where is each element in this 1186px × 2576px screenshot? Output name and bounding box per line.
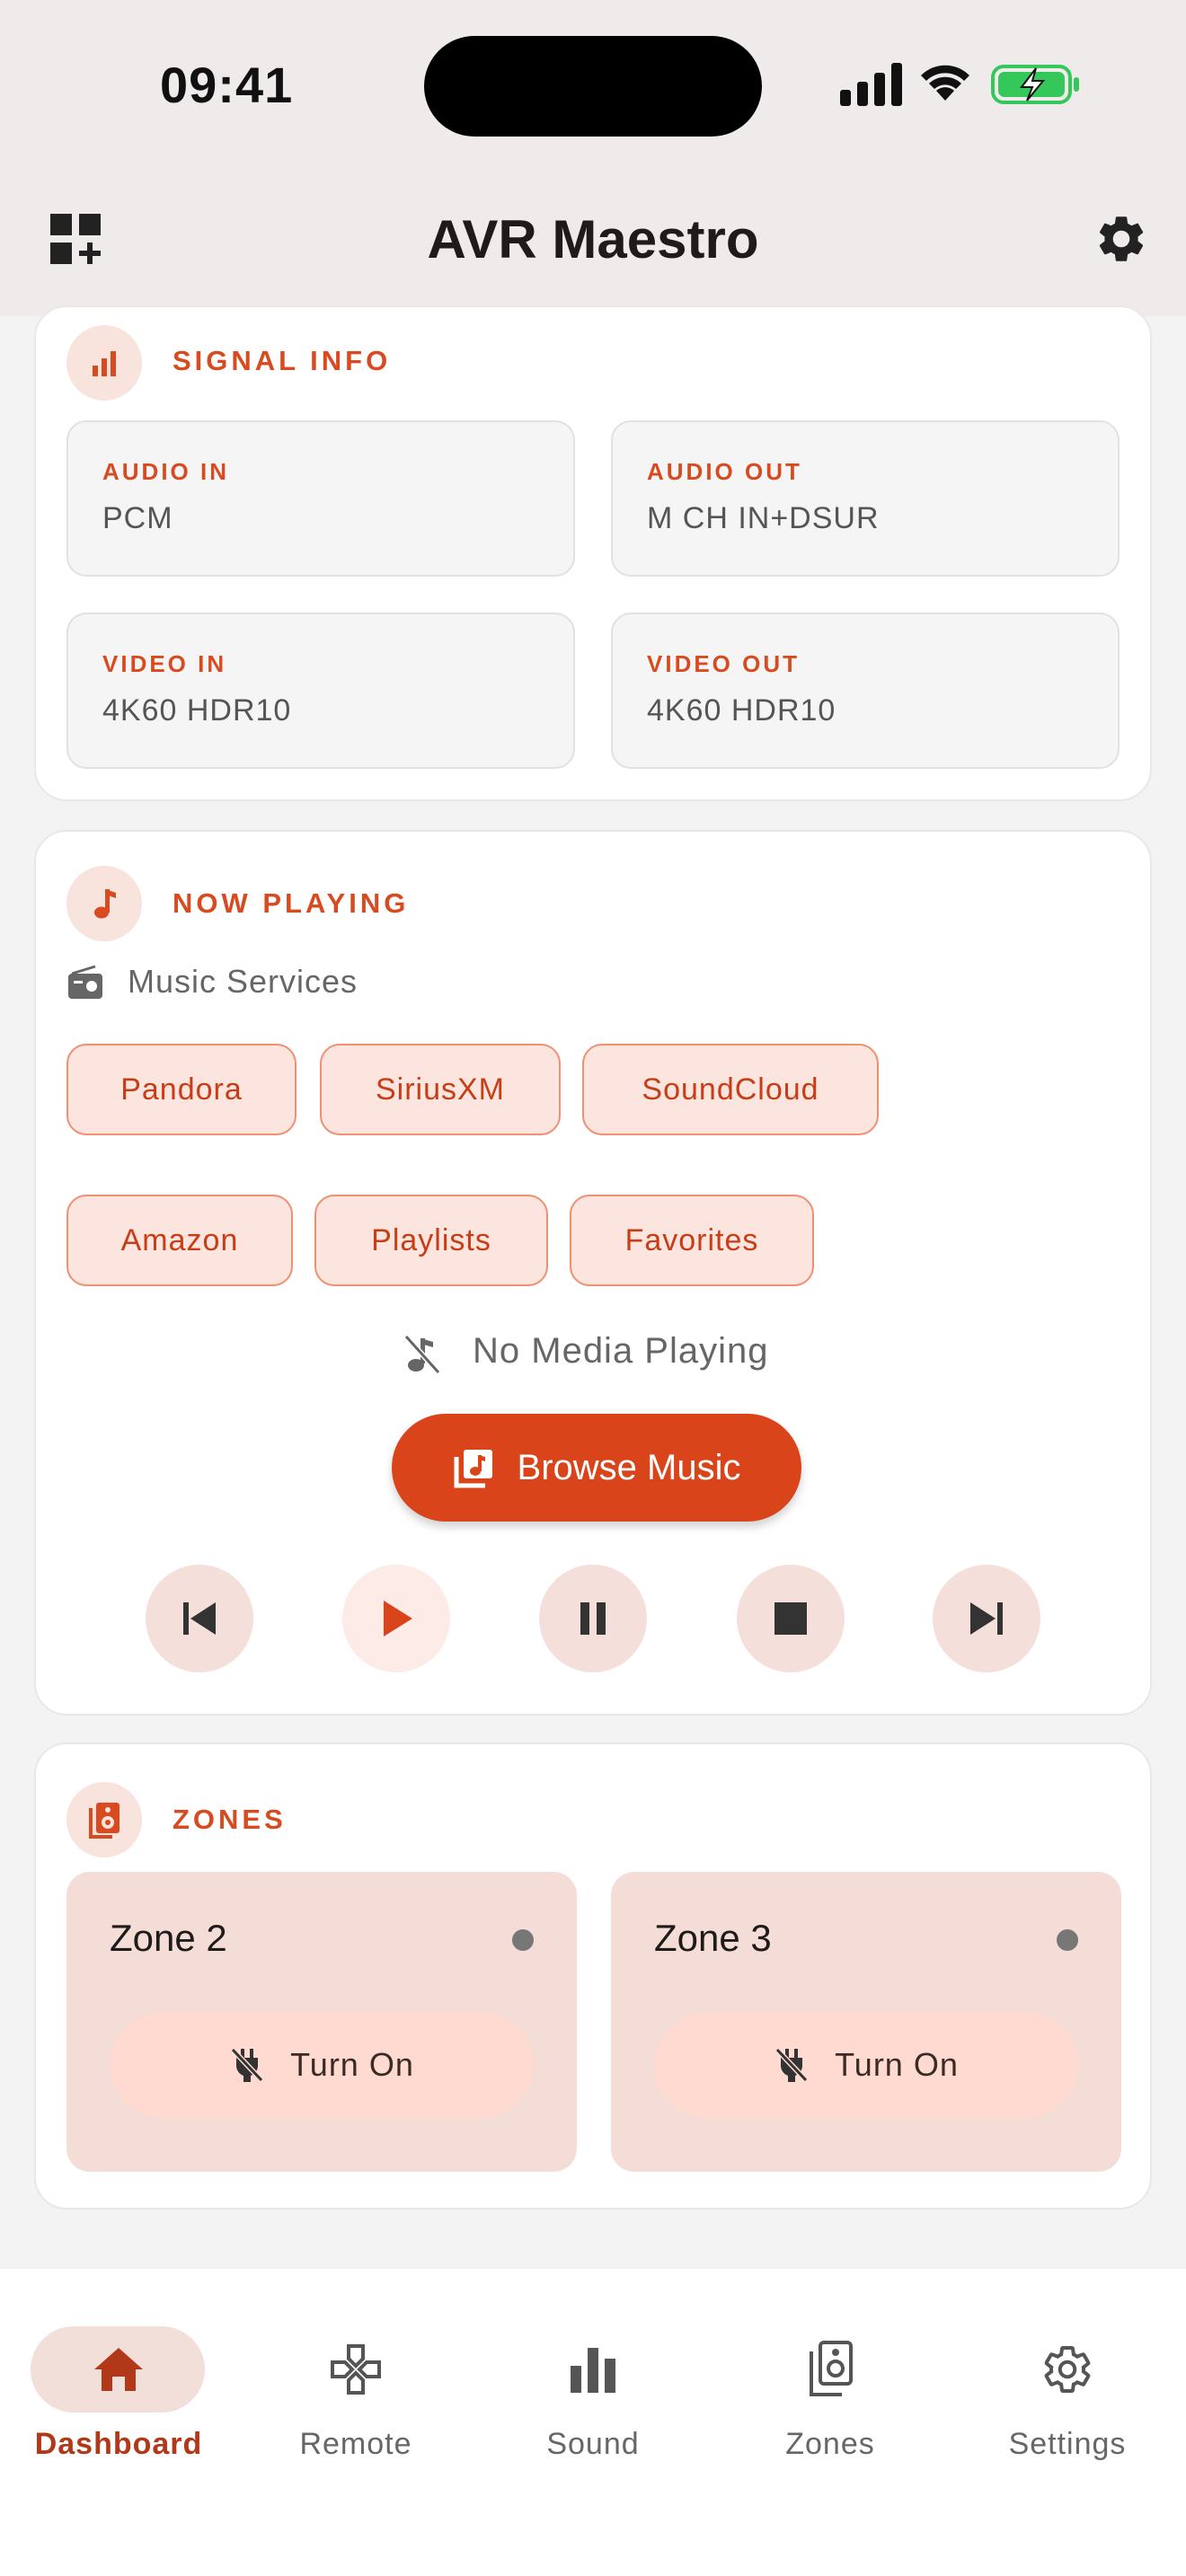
- wifi-icon: [921, 65, 969, 101]
- settings-button[interactable]: [1093, 210, 1150, 268]
- nav-label: Dashboard: [34, 2427, 203, 2461]
- nav-item-sound[interactable]: Sound: [474, 2305, 712, 2466]
- library-music-icon: [454, 1450, 492, 1488]
- video-in-tile: VIDEO IN 4K60 HDR10: [66, 613, 575, 769]
- service-chip-siriusxm[interactable]: SiriusXM: [320, 1044, 561, 1135]
- zones-icon-badge: [66, 1782, 142, 1857]
- zone-name: Zone 3: [654, 1917, 772, 1959]
- service-chip-favorites[interactable]: Favorites: [570, 1195, 814, 1286]
- section-title-zones: ZONES: [173, 1804, 287, 1835]
- zones-card: ZONES Zone 2 Turn On Zone 3 Turn On: [34, 1742, 1152, 2210]
- info-label: VIDEO OUT: [647, 650, 801, 677]
- nav-item-zones[interactable]: Zones: [712, 2305, 949, 2466]
- nav-label: Sound: [546, 2427, 640, 2461]
- audio-in-tile: AUDIO IN PCM: [66, 420, 575, 577]
- equalizer-icon: [566, 2342, 620, 2396]
- gamepad-icon: [329, 2342, 383, 2396]
- cellular-signal-icon: [840, 63, 902, 106]
- zone-name: Zone 2: [110, 1917, 227, 1959]
- pause-button[interactable]: [539, 1565, 647, 1672]
- nav-item-remote[interactable]: Remote: [237, 2305, 474, 2466]
- battery-charging-icon: [991, 65, 1079, 104]
- signal-strength-icon: [93, 351, 116, 376]
- previous-track-button[interactable]: [146, 1565, 253, 1672]
- radio-icon: [68, 965, 102, 999]
- nav-label: Zones: [785, 2427, 875, 2461]
- info-label: AUDIO IN: [102, 458, 229, 485]
- skip-previous-icon: [183, 1602, 216, 1635]
- nav-label: Settings: [1008, 2427, 1127, 2461]
- info-value: M CH IN+DSUR: [647, 501, 880, 535]
- signal-icon-badge: [66, 325, 142, 401]
- info-label: AUDIO OUT: [647, 458, 802, 485]
- nav-label: Remote: [299, 2427, 412, 2461]
- now-playing-status: No Media Playing: [473, 1331, 769, 1371]
- pause-icon: [580, 1602, 606, 1635]
- skip-next-icon: [970, 1602, 1003, 1635]
- info-value: PCM: [102, 501, 173, 535]
- section-title-signal-info: SIGNAL INFO: [173, 345, 392, 376]
- stop-button[interactable]: [737, 1565, 845, 1672]
- browse-music-button[interactable]: Browse Music: [392, 1414, 801, 1522]
- play-icon: [384, 1601, 412, 1636]
- service-chip-amazon[interactable]: Amazon: [66, 1195, 293, 1286]
- info-value: 4K60 HDR10: [102, 693, 292, 728]
- audio-out-tile: AUDIO OUT M CH IN+DSUR: [611, 420, 1120, 577]
- music-note-icon: [94, 889, 116, 919]
- nav-item-dashboard[interactable]: Dashboard: [0, 2305, 237, 2466]
- service-chip-playlists[interactable]: Playlists: [314, 1195, 548, 1286]
- service-chip-soundcloud[interactable]: SoundCloud: [582, 1044, 879, 1135]
- zone-status-dot: [1057, 1929, 1078, 1951]
- zone-3-turn-on-button[interactable]: Turn On: [654, 2012, 1078, 2118]
- gear-icon: [1099, 216, 1144, 261]
- status-time: 09:41: [160, 57, 294, 113]
- play-button[interactable]: [342, 1565, 450, 1672]
- next-track-button[interactable]: [933, 1565, 1040, 1672]
- dynamic-island: [424, 36, 762, 137]
- bottom-navigation: Dashboard Remote Sound Zones Settings: [0, 2269, 1186, 2576]
- section-title-now-playing: NOW PLAYING: [173, 887, 410, 919]
- music-note-badge: [66, 866, 142, 941]
- speaker-group-icon: [89, 1803, 119, 1839]
- zone-3-tile: Zone 3 Turn On: [611, 1872, 1121, 2172]
- signal-info-card: SIGNAL INFO AUDIO IN PCM AUDIO OUT M CH …: [34, 305, 1152, 801]
- page-title: AVR Maestro: [427, 209, 759, 269]
- video-out-tile: VIDEO OUT 4K60 HDR10: [611, 613, 1120, 769]
- music-services-label: Music Services: [128, 963, 358, 1000]
- zone-button-label: Turn On: [290, 2046, 414, 2083]
- zone-2-turn-on-button[interactable]: Turn On: [110, 2012, 534, 2118]
- gear-icon: [1040, 2342, 1094, 2396]
- nav-item-settings[interactable]: Settings: [949, 2305, 1186, 2466]
- home-icon: [92, 2342, 146, 2396]
- info-label: VIDEO IN: [102, 650, 227, 677]
- now-playing-card: NOW PLAYING Music Services Pandora Siriu…: [34, 830, 1152, 1716]
- power-off-plug-icon: [230, 2047, 264, 2083]
- zone-status-dot: [512, 1929, 534, 1951]
- zone-2-tile: Zone 2 Turn On: [66, 1872, 577, 2172]
- stop-icon: [774, 1602, 807, 1635]
- music-off-icon: [403, 1334, 441, 1375]
- power-off-plug-icon: [774, 2047, 809, 2083]
- zone-button-label: Turn On: [835, 2046, 959, 2083]
- service-chip-pandora[interactable]: Pandora: [66, 1044, 296, 1135]
- info-value: 4K60 HDR10: [647, 693, 836, 728]
- browse-music-label: Browse Music: [517, 1447, 741, 1487]
- speaker-icon: [803, 2341, 857, 2396]
